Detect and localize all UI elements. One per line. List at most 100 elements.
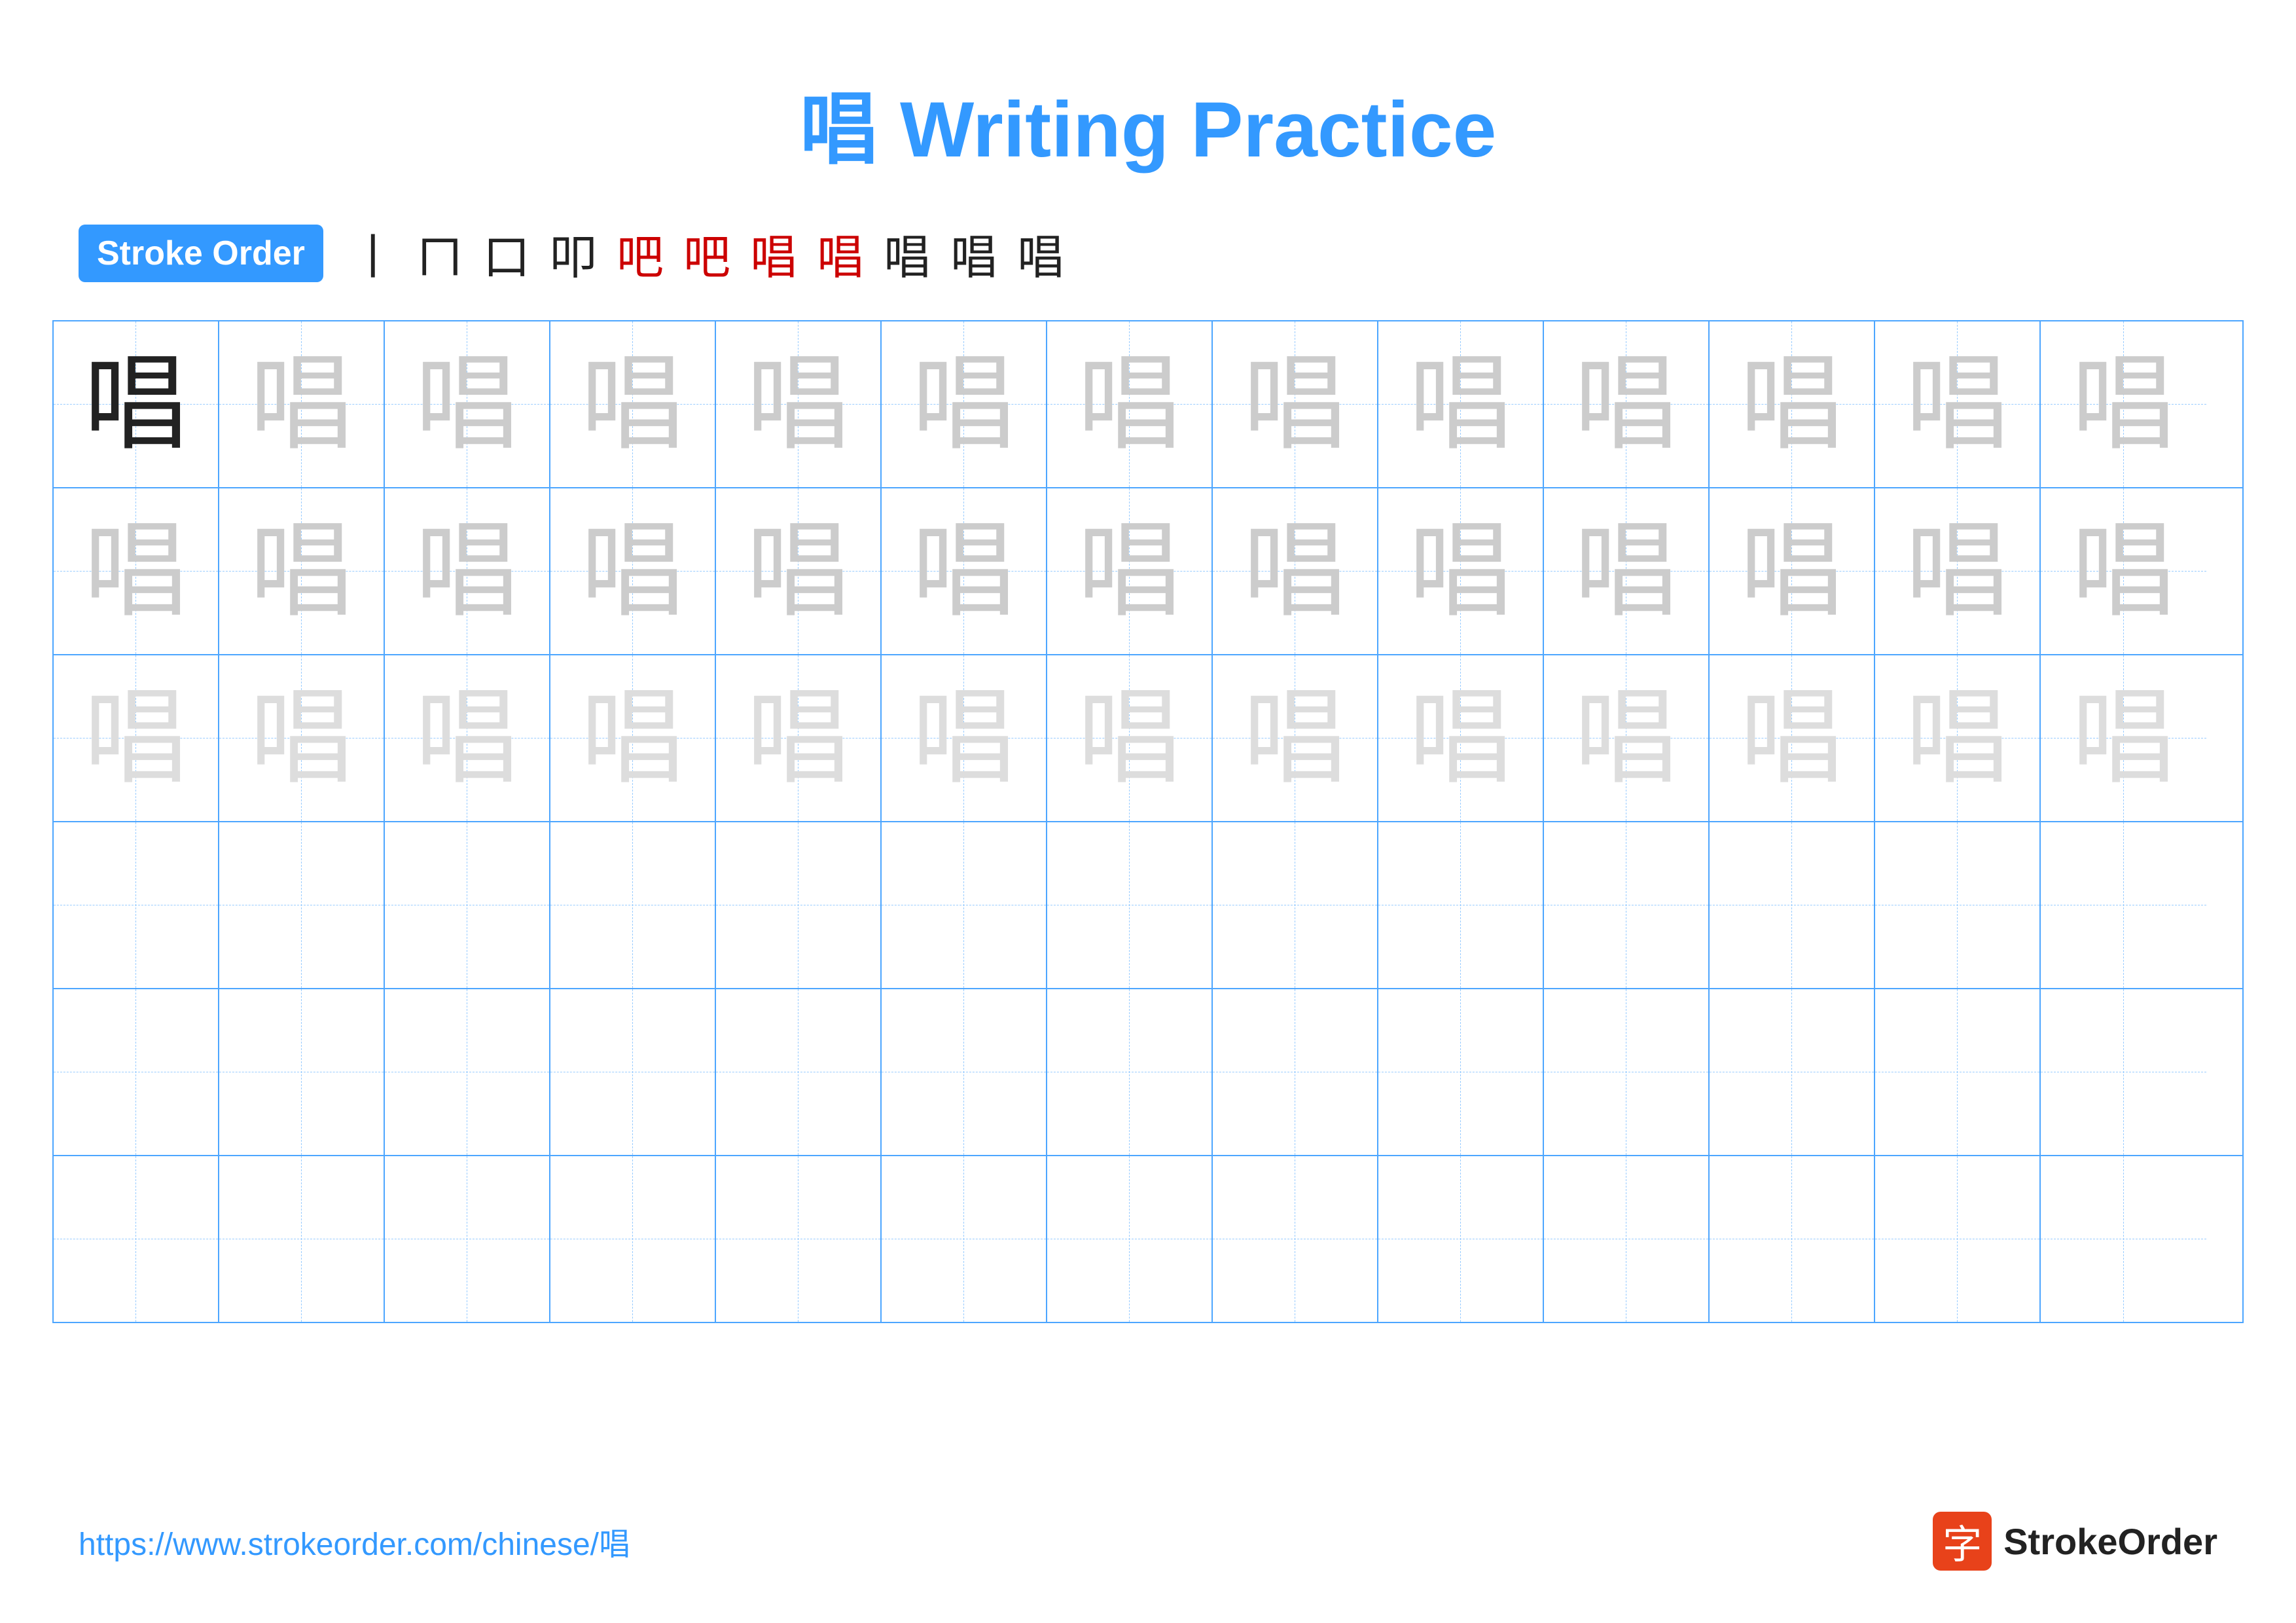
grid-cell-1-11[interactable]: 唱 — [1875, 488, 2041, 654]
grid-cell-4-6[interactable] — [1047, 989, 1213, 1155]
stroke-step-1: ㄇ — [416, 219, 463, 287]
grid-cell-4-0[interactable] — [54, 989, 219, 1155]
stroke-step-9: 唱 — [950, 219, 997, 287]
cell-char-2-12: 唱 — [2071, 686, 2176, 791]
cell-char-0-1: 唱 — [249, 352, 353, 457]
grid-cell-2-9[interactable]: 唱 — [1544, 655, 1710, 821]
grid-cell-0-7[interactable]: 唱 — [1213, 321, 1378, 487]
grid-cell-3-3[interactable] — [550, 822, 716, 988]
grid-cell-4-11[interactable] — [1875, 989, 2041, 1155]
cell-char-0-0: 唱 — [83, 352, 188, 457]
grid-cell-5-11[interactable] — [1875, 1156, 2041, 1322]
cell-char-0-9: 唱 — [1573, 352, 1678, 457]
grid-cell-4-7[interactable] — [1213, 989, 1378, 1155]
grid-cell-1-3[interactable]: 唱 — [550, 488, 716, 654]
grid-cell-1-5[interactable]: 唱 — [882, 488, 1047, 654]
footer: https://www.strokeorder.com/chinese/唱 字 … — [79, 1512, 2217, 1571]
grid-cell-1-1[interactable]: 唱 — [219, 488, 385, 654]
grid-cell-2-8[interactable]: 唱 — [1378, 655, 1544, 821]
grid-cell-2-11[interactable]: 唱 — [1875, 655, 2041, 821]
grid-cell-0-5[interactable]: 唱 — [882, 321, 1047, 487]
grid-cell-0-4[interactable]: 唱 — [716, 321, 882, 487]
grid-cell-4-3[interactable] — [550, 989, 716, 1155]
grid-cell-1-8[interactable]: 唱 — [1378, 488, 1544, 654]
grid-cell-3-12[interactable] — [2041, 822, 2206, 988]
stroke-step-0: 丨 — [350, 219, 397, 287]
grid-cell-4-1[interactable] — [219, 989, 385, 1155]
grid-cell-1-2[interactable]: 唱 — [385, 488, 550, 654]
grid-cell-2-5[interactable]: 唱 — [882, 655, 1047, 821]
grid-cell-2-3[interactable]: 唱 — [550, 655, 716, 821]
page-title: 唱 Writing Practice — [0, 0, 2296, 179]
grid-cell-2-10[interactable]: 唱 — [1710, 655, 1875, 821]
grid-cell-5-2[interactable] — [385, 1156, 550, 1322]
grid-cell-2-2[interactable]: 唱 — [385, 655, 550, 821]
grid-cell-0-0[interactable]: 唱 — [54, 321, 219, 487]
grid-cell-2-6[interactable]: 唱 — [1047, 655, 1213, 821]
cell-char-1-5: 唱 — [911, 519, 1016, 624]
grid-cell-5-7[interactable] — [1213, 1156, 1378, 1322]
grid-cell-5-12[interactable] — [2041, 1156, 2206, 1322]
grid-cell-0-1[interactable]: 唱 — [219, 321, 385, 487]
cell-char-1-10: 唱 — [1739, 519, 1844, 624]
footer-url: https://www.strokeorder.com/chinese/唱 — [79, 1518, 630, 1564]
cell-char-2-10: 唱 — [1739, 686, 1844, 791]
grid-cell-2-0[interactable]: 唱 — [54, 655, 219, 821]
cell-char-2-9: 唱 — [1573, 686, 1678, 791]
cell-char-2-11: 唱 — [1905, 686, 2009, 791]
grid-cell-4-2[interactable] — [385, 989, 550, 1155]
grid-cell-1-10[interactable]: 唱 — [1710, 488, 1875, 654]
grid-cell-3-4[interactable] — [716, 822, 882, 988]
grid-cell-3-1[interactable] — [219, 822, 385, 988]
grid-cell-5-5[interactable] — [882, 1156, 1047, 1322]
grid-cell-1-4[interactable]: 唱 — [716, 488, 882, 654]
logo-icon: 字 — [1933, 1512, 1992, 1571]
cell-char-0-11: 唱 — [1905, 352, 2009, 457]
grid-cell-5-9[interactable] — [1544, 1156, 1710, 1322]
grid-cell-5-3[interactable] — [550, 1156, 716, 1322]
grid-cell-5-4[interactable] — [716, 1156, 882, 1322]
cell-char-0-2: 唱 — [414, 352, 519, 457]
grid-cell-1-6[interactable]: 唱 — [1047, 488, 1213, 654]
grid-cell-4-9[interactable] — [1544, 989, 1710, 1155]
grid-cell-0-11[interactable]: 唱 — [1875, 321, 2041, 487]
grid-cell-3-8[interactable] — [1378, 822, 1544, 988]
grid-cell-3-10[interactable] — [1710, 822, 1875, 988]
grid-cell-3-9[interactable] — [1544, 822, 1710, 988]
grid-cell-3-2[interactable] — [385, 822, 550, 988]
grid-cell-4-12[interactable] — [2041, 989, 2206, 1155]
grid-cell-3-0[interactable] — [54, 822, 219, 988]
grid-cell-4-4[interactable] — [716, 989, 882, 1155]
grid-cell-3-5[interactable] — [882, 822, 1047, 988]
grid-cell-5-8[interactable] — [1378, 1156, 1544, 1322]
grid-cell-5-1[interactable] — [219, 1156, 385, 1322]
grid-cell-1-9[interactable]: 唱 — [1544, 488, 1710, 654]
grid-cell-0-3[interactable]: 唱 — [550, 321, 716, 487]
grid-cell-2-1[interactable]: 唱 — [219, 655, 385, 821]
grid-cell-4-8[interactable] — [1378, 989, 1544, 1155]
grid-cell-1-0[interactable]: 唱 — [54, 488, 219, 654]
grid-cell-3-6[interactable] — [1047, 822, 1213, 988]
grid-cell-5-6[interactable] — [1047, 1156, 1213, 1322]
grid-cell-0-9[interactable]: 唱 — [1544, 321, 1710, 487]
grid-cell-5-10[interactable] — [1710, 1156, 1875, 1322]
grid-cell-0-12[interactable]: 唱 — [2041, 321, 2206, 487]
grid-cell-4-10[interactable] — [1710, 989, 1875, 1155]
grid-cell-0-2[interactable]: 唱 — [385, 321, 550, 487]
grid-cell-3-11[interactable] — [1875, 822, 2041, 988]
grid-cell-3-7[interactable] — [1213, 822, 1378, 988]
grid-cell-0-8[interactable]: 唱 — [1378, 321, 1544, 487]
grid-row-2: 唱唱唱唱唱唱唱唱唱唱唱唱唱 — [54, 655, 2242, 822]
cell-char-1-8: 唱 — [1408, 519, 1513, 624]
cell-char-0-8: 唱 — [1408, 352, 1513, 457]
stroke-order-row: Stroke Order 丨ㄇ口叩吧吧唱唱唱唱唱 — [0, 219, 2296, 287]
grid-cell-1-12[interactable]: 唱 — [2041, 488, 2206, 654]
grid-cell-2-12[interactable]: 唱 — [2041, 655, 2206, 821]
grid-cell-0-6[interactable]: 唱 — [1047, 321, 1213, 487]
grid-cell-1-7[interactable]: 唱 — [1213, 488, 1378, 654]
grid-cell-5-0[interactable] — [54, 1156, 219, 1322]
grid-cell-4-5[interactable] — [882, 989, 1047, 1155]
grid-cell-2-4[interactable]: 唱 — [716, 655, 882, 821]
grid-cell-0-10[interactable]: 唱 — [1710, 321, 1875, 487]
grid-cell-2-7[interactable]: 唱 — [1213, 655, 1378, 821]
